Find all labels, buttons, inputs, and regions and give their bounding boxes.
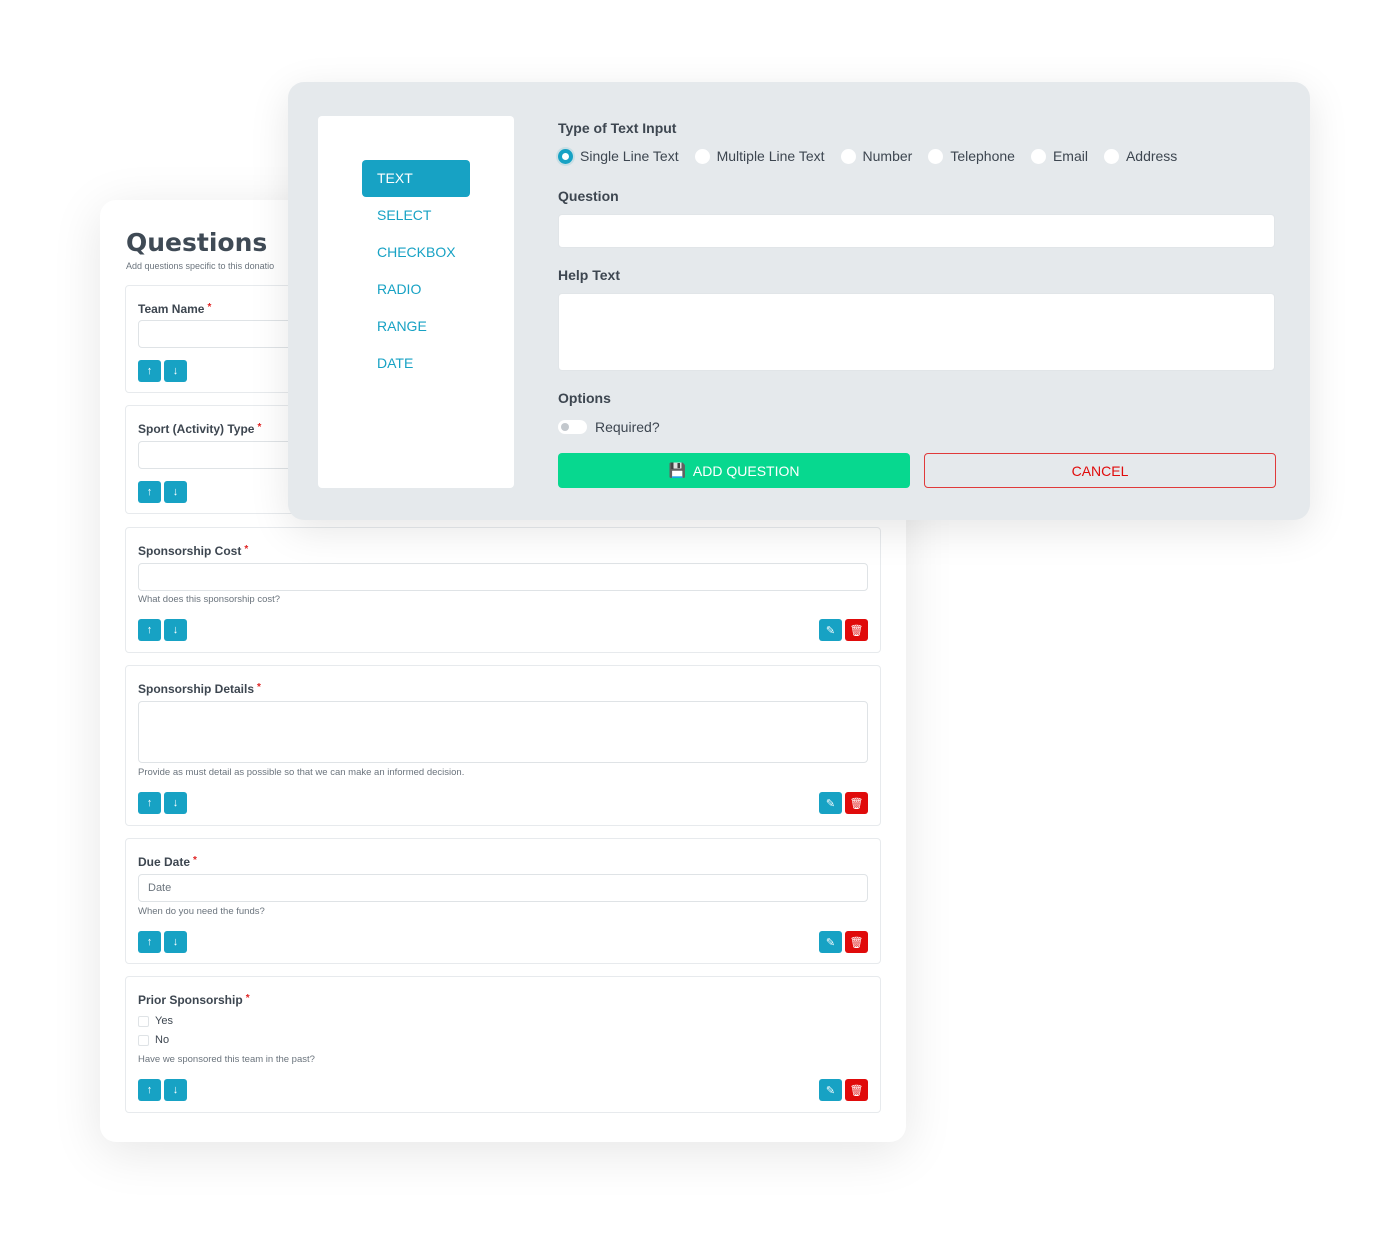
move-down-button[interactable]: ↓ bbox=[164, 792, 187, 814]
move-up-button[interactable]: ↑ bbox=[138, 1079, 161, 1101]
radio-single-line[interactable]: Single Line Text bbox=[558, 148, 679, 164]
question-card-sponsorship-cost: Sponsorship Cost * What does this sponsor… bbox=[125, 527, 881, 653]
help-text-textarea[interactable] bbox=[558, 293, 1275, 371]
help-text: What does this sponsorship cost? bbox=[138, 594, 281, 605]
sponsorship-cost-input[interactable] bbox=[138, 563, 868, 591]
required-marker: * bbox=[193, 855, 197, 866]
required-marker: * bbox=[257, 682, 261, 693]
menu-item-range[interactable]: RANGE bbox=[362, 308, 470, 345]
question-card-sponsorship-details: Sponsorship Details * Provide as must det… bbox=[125, 665, 881, 826]
move-down-button[interactable]: ↓ bbox=[164, 931, 187, 953]
menu-item-select[interactable]: SELECT bbox=[362, 197, 470, 234]
help-text: Have we sponsored this team in the past? bbox=[138, 1054, 315, 1065]
move-up-button[interactable]: ↑ bbox=[138, 931, 161, 953]
move-up-button[interactable]: ↑ bbox=[138, 360, 161, 382]
edit-button[interactable]: ✎ bbox=[819, 792, 842, 814]
radio-telephone[interactable]: Telephone bbox=[928, 148, 1015, 164]
menu-item-date[interactable]: DATE bbox=[362, 345, 470, 382]
required-marker: * bbox=[245, 993, 250, 1004]
question-label: Question bbox=[558, 188, 619, 204]
question-input[interactable] bbox=[558, 214, 1275, 248]
required-marker: * bbox=[257, 422, 262, 433]
question-card-prior-sponsorship: Prior Sponsorship * Yes No Have we sponso… bbox=[125, 976, 881, 1113]
move-up-button[interactable]: ↑ bbox=[138, 619, 161, 641]
help-text: Provide as must detail as possible so th… bbox=[138, 767, 465, 778]
edit-button[interactable]: ✎ bbox=[819, 1079, 842, 1101]
text-type-radio-group: Single Line Text Multiple Line Text Numb… bbox=[558, 148, 1193, 164]
menu-item-text[interactable]: TEXT bbox=[362, 160, 470, 197]
sponsorship-details-textarea[interactable] bbox=[138, 701, 868, 763]
move-down-button[interactable]: ↓ bbox=[164, 481, 187, 503]
radio-multiple-line[interactable]: Multiple Line Text bbox=[694, 148, 825, 164]
required-toggle[interactable] bbox=[558, 420, 587, 434]
edit-button[interactable]: ✎ bbox=[819, 619, 842, 641]
delete-button[interactable]: 🗑 bbox=[845, 792, 868, 814]
cancel-button[interactable]: CANCEL bbox=[924, 453, 1276, 488]
move-down-button[interactable]: ↓ bbox=[164, 619, 187, 641]
page-title: Questions bbox=[126, 228, 268, 257]
menu-item-checkbox[interactable]: CHECKBOX bbox=[362, 234, 470, 271]
add-question-modal: TEXT SELECT CHECKBOX RADIO RANGE DATE Ty… bbox=[288, 82, 1310, 520]
move-down-button[interactable]: ↓ bbox=[164, 360, 187, 382]
required-label: Required? bbox=[595, 419, 660, 435]
delete-button[interactable]: 🗑 bbox=[845, 931, 868, 953]
page-subtitle: Add questions specific to this donatio bbox=[126, 261, 275, 271]
add-question-button[interactable]: 💾 ADD QUESTION bbox=[558, 453, 910, 488]
required-marker: * bbox=[244, 544, 249, 555]
question-label: Team Name bbox=[138, 302, 205, 316]
due-date-input[interactable]: Date bbox=[138, 874, 868, 902]
delete-button[interactable]: 🗑 bbox=[845, 1079, 868, 1101]
radio-number[interactable]: Number bbox=[840, 148, 912, 164]
radio-address[interactable]: Address bbox=[1103, 148, 1177, 164]
menu-item-radio[interactable]: RADIO bbox=[362, 271, 470, 308]
save-icon: 💾 bbox=[668, 462, 686, 478]
delete-button[interactable]: 🗑 bbox=[845, 619, 868, 641]
question-label: Sponsorship Cost bbox=[138, 544, 242, 558]
move-up-button[interactable]: ↑ bbox=[138, 481, 161, 503]
checkbox-yes[interactable]: Yes bbox=[138, 1015, 173, 1027]
required-marker: * bbox=[207, 302, 212, 313]
type-label: Type of Text Input bbox=[558, 120, 677, 136]
question-card-due-date: Due Date * Date When do you need the fund… bbox=[125, 838, 881, 964]
question-label: Sponsorship Details bbox=[138, 682, 255, 696]
move-up-button[interactable]: ↑ bbox=[138, 792, 161, 814]
radio-email[interactable]: Email bbox=[1030, 148, 1088, 164]
question-label: Due Date bbox=[138, 855, 191, 869]
move-down-button[interactable]: ↓ bbox=[164, 1079, 187, 1101]
help-text-label: Help Text bbox=[558, 267, 620, 283]
question-label: Prior Sponsorship bbox=[138, 993, 243, 1007]
question-label: Sport (Activity) Type bbox=[138, 422, 255, 436]
edit-button[interactable]: ✎ bbox=[819, 931, 842, 953]
checkbox-no[interactable]: No bbox=[138, 1034, 169, 1046]
options-label: Options bbox=[558, 390, 611, 406]
question-type-menu: TEXT SELECT CHECKBOX RADIO RANGE DATE bbox=[318, 116, 514, 488]
help-text: When do you need the funds? bbox=[138, 906, 265, 917]
